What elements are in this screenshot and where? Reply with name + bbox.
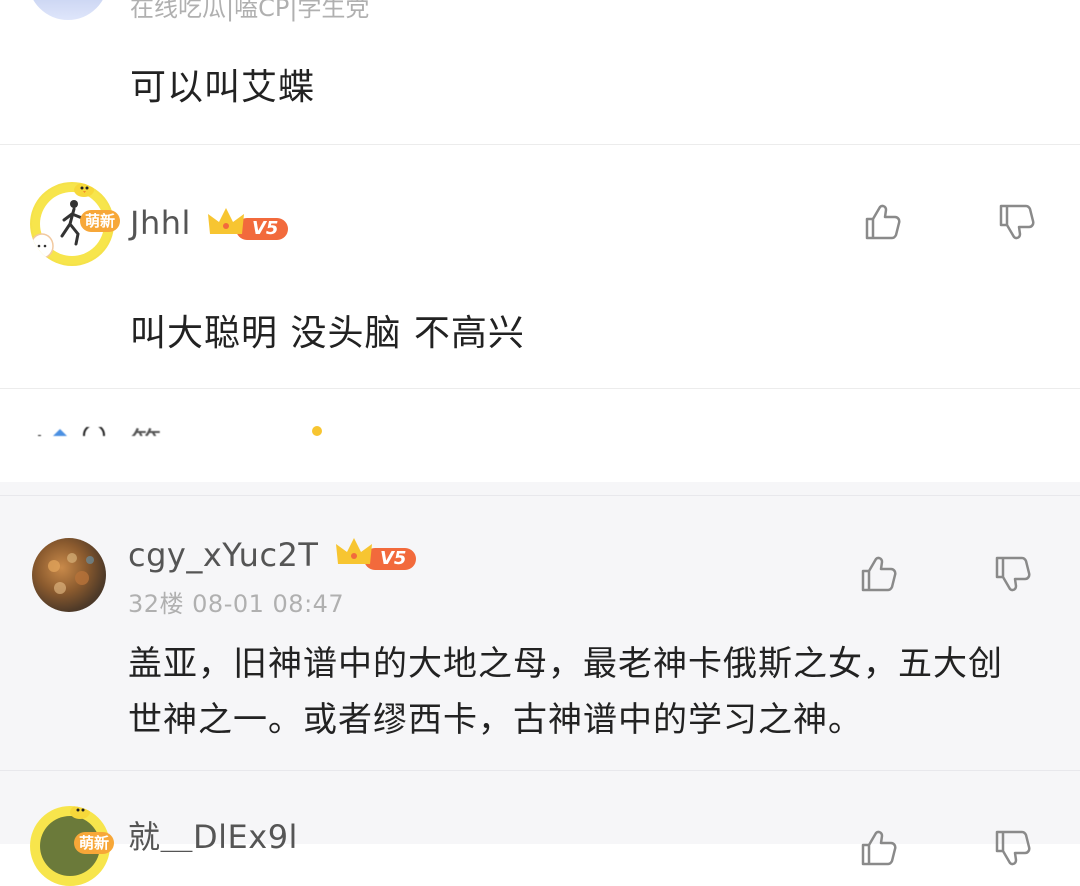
like-button[interactable] <box>860 200 904 244</box>
newbie-tag: 萌新 <box>74 832 114 854</box>
thumbs-down-icon <box>995 556 1031 592</box>
divider <box>0 144 1080 145</box>
username[interactable]: 简... <box>130 428 210 436</box>
level-label: V5 <box>252 218 279 239</box>
floor-and-timestamp: 32楼 08-01 08:47 <box>128 590 345 618</box>
level-label: V5 <box>380 548 407 569</box>
thumbs-down-icon <box>995 830 1031 866</box>
comment-text-line-2: 世神之一。或者缪西卡，古神谱中的学习之神。 <box>128 700 863 740</box>
newbie-tag: 萌新 <box>80 210 120 232</box>
dislike-button[interactable] <box>990 826 1034 870</box>
avatar[interactable] <box>32 538 106 612</box>
divider <box>0 388 1080 389</box>
like-button[interactable] <box>856 552 900 596</box>
user-subtitle: 在线吃瓜|嗑CP|学生党 <box>130 0 370 22</box>
thumbs-down-icon <box>999 204 1035 240</box>
thumbs-up-icon <box>861 830 897 866</box>
comment-text: 可以叫艾蝶 <box>130 67 316 108</box>
vip-level-badge: V5 <box>334 534 418 572</box>
username[interactable]: Jhhl <box>130 204 191 242</box>
dislike-button[interactable] <box>990 552 1034 596</box>
vip-level-badge <box>312 426 322 436</box>
avatar[interactable] <box>28 0 108 20</box>
comment-text: 叫大聪明 没头脑 不高兴 <box>130 313 525 354</box>
like-button[interactable] <box>856 826 900 870</box>
divider <box>0 495 1080 496</box>
vip-level-badge: V5 <box>206 204 290 242</box>
avatar[interactable] <box>30 424 110 436</box>
divider <box>0 770 1080 771</box>
thumbs-up-icon <box>861 556 897 592</box>
thumbs-up-icon <box>865 204 901 240</box>
username[interactable]: cgy_xYuc2T <box>128 536 318 574</box>
dislike-button[interactable] <box>994 200 1038 244</box>
username[interactable]: 就＿DlEx9l <box>128 812 298 858</box>
comment-text-line-1: 盖亚，旧神谱中的大地之母，最老神卡俄斯之女，五大创 <box>128 644 1003 684</box>
